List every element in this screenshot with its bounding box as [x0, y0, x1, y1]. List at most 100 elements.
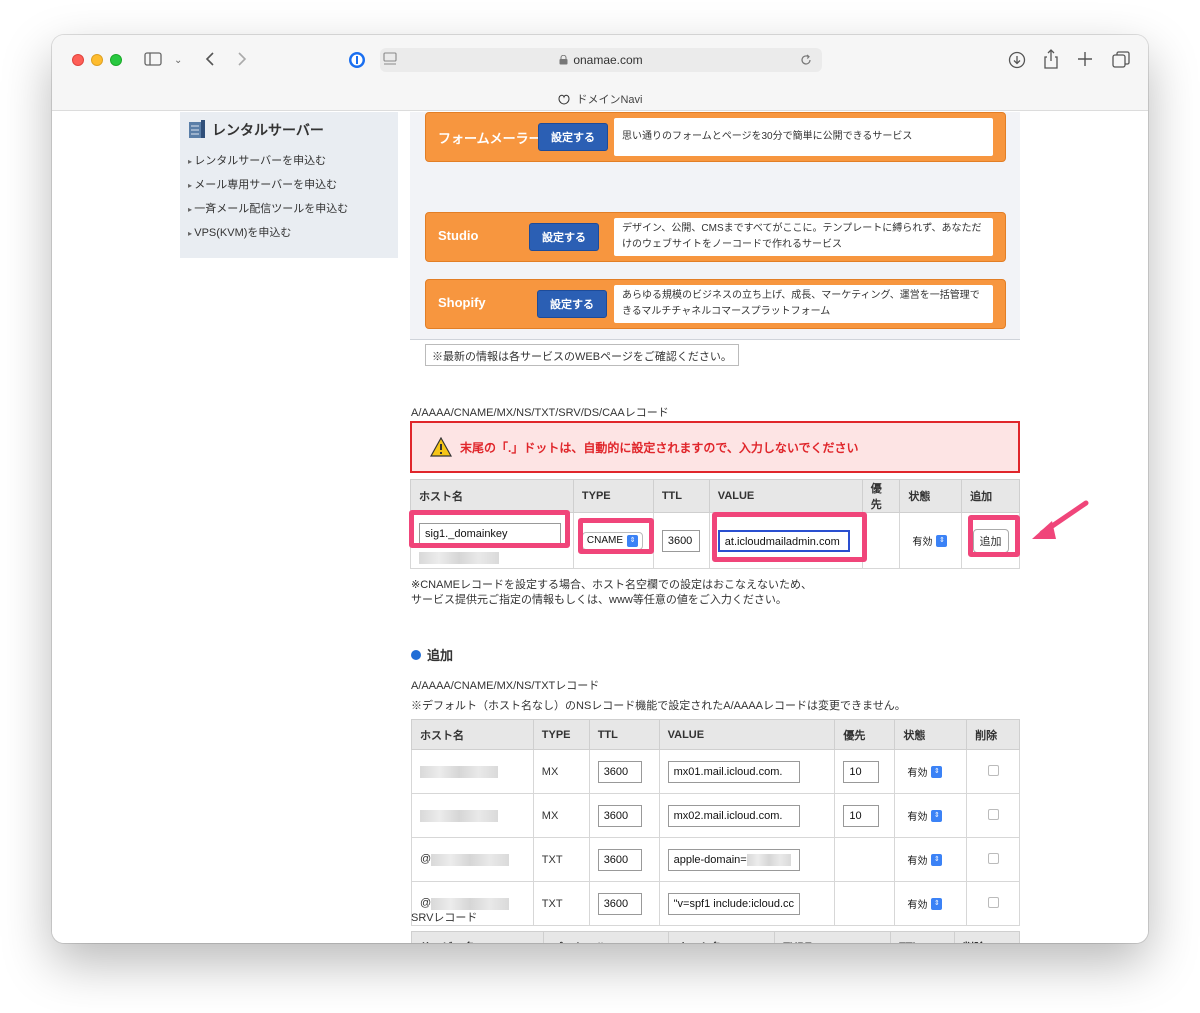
col-ttl: TTL — [652, 479, 710, 513]
server-icon — [189, 120, 205, 138]
table-row: @ TXT 3600 apple-domain= 有効 ⇕ — [411, 837, 1020, 882]
added-heading: 追加 — [411, 645, 453, 664]
download-icon[interactable] — [1008, 51, 1026, 69]
priority-input[interactable]: 10 — [843, 804, 880, 827]
shopify-setup-button[interactable]: 設定する — [537, 290, 607, 318]
service-row-formmailer: フォームメーラー 設定する 思い通りのフォームとページを30分で簡単に公開できる… — [425, 112, 1006, 162]
state-select[interactable]: 有効 ⇕ — [903, 806, 947, 825]
delete-checkbox[interactable] — [987, 764, 999, 776]
warning-banner: 末尾の「.」ドットは、自動的に設定されますので、入力しないでください — [410, 421, 1020, 473]
added-note: ※デフォルト（ホスト名なし）のNSレコード機能で設定されたA/AAAAレコードは… — [411, 700, 906, 712]
domain-navi-favicon-icon — [558, 94, 570, 105]
state-select[interactable]: 有効 ⇕ — [903, 894, 947, 913]
tab-domain-navi[interactable]: ドメインNavi — [52, 87, 1148, 111]
formmailer-setup-button[interactable]: 設定する — [538, 123, 608, 151]
srv-table: サービス名 プロトコル ホスト名 TYPE TTL 削除 — [411, 931, 1020, 943]
value-input[interactable]: apple-domain= — [667, 848, 800, 871]
col-host: ホスト名 — [410, 479, 574, 513]
address-bar[interactable]: onamae.com — [380, 48, 822, 72]
sidebar-item-bulk-mail[interactable]: 一斉メール配信ツールを申込む — [188, 200, 348, 216]
rental-server-sidebar: レンタルサーバー レンタルサーバーを申込む メール専用サーバーを申込む 一斉メー… — [180, 112, 398, 258]
col-state: 状態 — [899, 479, 963, 513]
redacted-host — [431, 853, 510, 866]
close-window-button[interactable] — [72, 54, 84, 66]
delete-checkbox[interactable] — [987, 896, 999, 908]
bullet-icon — [411, 649, 421, 660]
select-arrows-icon: ⇕ — [936, 534, 948, 547]
srv-table-header: サービス名 プロトコル ホスト名 TYPE TTL 削除 — [411, 931, 1020, 943]
priority-input[interactable]: 10 — [843, 760, 880, 783]
redacted-host — [420, 809, 498, 822]
services-note: ※最新の情報は各サービスのWEBページをご確認ください。 — [425, 344, 739, 366]
url-text: onamae.com — [573, 53, 643, 67]
value-input[interactable]: mx01.mail.icloud.com. — [667, 760, 800, 783]
sidebar-item-vps[interactable]: VPS(KVM)を申込む — [188, 224, 291, 240]
password-manager-icon[interactable] — [348, 51, 366, 69]
state-select[interactable]: 有効 ⇕ — [908, 531, 952, 550]
value-input[interactable]: "v=spf1 include:icloud.cc — [667, 892, 800, 915]
col-type: TYPE — [572, 479, 654, 513]
reader-icon[interactable] — [383, 52, 397, 66]
service-name: Shopify — [438, 295, 486, 310]
new-tab-icon[interactable] — [1077, 51, 1093, 67]
minimize-window-button[interactable] — [91, 54, 103, 66]
ttl-input[interactable]: 3600 — [597, 848, 642, 871]
added-records-table: ホスト名 TYPE TTL VALUE 優先 状態 削除 MX 3600 mx0… — [411, 719, 1020, 926]
col-value: VALUE — [708, 479, 863, 513]
ttl-input[interactable]: 3600 — [661, 529, 700, 552]
tab-overview-icon[interactable] — [1112, 51, 1130, 69]
delete-checkbox[interactable] — [987, 852, 999, 864]
table-row: MX 3600 mx01.mail.icloud.com. 10 有効 ⇕ — [411, 749, 1020, 794]
sidebar-item-rental-server[interactable]: レンタルサーバーを申込む — [188, 152, 326, 168]
highlight-add — [968, 515, 1020, 557]
pointer-arrow-icon — [1032, 500, 1089, 539]
chevron-down-icon[interactable]: ⌄ — [174, 51, 182, 71]
col-priority: 優先 — [861, 479, 901, 513]
col-add: 追加 — [961, 479, 1020, 513]
reload-icon[interactable] — [800, 54, 812, 66]
redacted-domain — [419, 551, 499, 564]
state-select[interactable]: 有効 ⇕ — [903, 762, 947, 781]
service-row-shopify: Shopify 設定する あらゆる規模のビジネスの立ち上げ、成長、マーケティング… — [425, 279, 1006, 329]
srv-section-title: SRVレコード — [411, 912, 478, 924]
ttl-input[interactable]: 3600 — [597, 892, 642, 915]
record-section-title: A/AAAA/CNAME/MX/NS/TXT/SRV/DS/CAAレコード — [411, 407, 669, 419]
zoom-window-button[interactable] — [110, 54, 122, 66]
page-content: レンタルサーバー レンタルサーバーを申込む メール専用サーバーを申込む 一斉メー… — [52, 112, 1148, 943]
select-arrows-icon: ⇕ — [931, 853, 943, 866]
service-name: Studio — [438, 228, 479, 243]
added-subtitle: A/AAAA/CNAME/MX/NS/TXTレコード — [411, 680, 600, 692]
highlight-value — [712, 512, 867, 562]
studio-setup-button[interactable]: 設定する — [529, 223, 599, 251]
browser-toolbar: ⌄ onamae.com ドメインNavi — [52, 35, 1148, 111]
delete-checkbox[interactable] — [987, 808, 999, 820]
sidebar-item-mail-server[interactable]: メール専用サーバーを申込む — [188, 176, 337, 192]
select-arrows-icon: ⇕ — [931, 765, 943, 778]
priority-cell — [861, 512, 901, 569]
ttl-input[interactable]: 3600 — [597, 760, 642, 783]
select-arrows-icon: ⇕ — [931, 809, 943, 822]
browser-window: ⌄ onamae.com ドメインNavi レンタルサーバー ▸ レンタルサーバ… — [52, 35, 1148, 943]
back-icon[interactable] — [204, 51, 216, 67]
share-icon[interactable] — [1043, 49, 1059, 69]
service-description: デザイン、公開、CMSまですべてがここに。テンプレートに縛られず、あなただけのウ… — [614, 218, 993, 256]
warning-text: 末尾の「.」ドットは、自動的に設定されますので、入力しないでください — [460, 441, 859, 455]
redacted-host — [420, 765, 498, 778]
priority-cell — [834, 837, 896, 882]
service-row-studio: Studio 設定する デザイン、公開、CMSまですべてがここに。テンプレートに… — [425, 212, 1006, 262]
value-input[interactable]: mx02.mail.icloud.com. — [667, 804, 800, 827]
select-arrows-icon: ⇕ — [931, 897, 943, 910]
record-input-header: ホスト名 TYPE TTL VALUE 優先 状態 追加 — [410, 479, 1020, 513]
lock-icon — [559, 55, 568, 65]
highlight-type — [578, 518, 654, 554]
priority-cell — [834, 881, 896, 926]
added-records-header: ホスト名 TYPE TTL VALUE 優先 状態 削除 — [411, 719, 1020, 750]
ttl-input[interactable]: 3600 — [597, 804, 642, 827]
state-select[interactable]: 有効 ⇕ — [903, 850, 947, 869]
forward-icon[interactable] — [236, 51, 248, 67]
table-row: MX 3600 mx02.mail.icloud.com. 10 有効 ⇕ — [411, 793, 1020, 838]
cname-note: ※CNAMEレコードを設定する場合、ホスト名空欄での設定はおこなえないため、 サ… — [411, 579, 812, 606]
redacted-host — [431, 897, 510, 910]
sidebar-title: レンタルサーバー — [212, 122, 324, 138]
sidebar-toggle-icon[interactable] — [144, 51, 162, 67]
